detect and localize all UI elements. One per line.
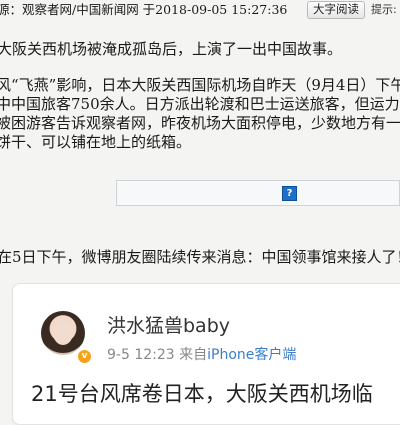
article-consulate-paragraph: 在5日下午，微博朋友圈陆续传来消息：中国领事馆来接人了！ bbox=[0, 248, 400, 266]
avatar[interactable] bbox=[41, 311, 85, 355]
weibo-username[interactable]: 洪水猛兽baby bbox=[107, 311, 230, 338]
embedded-image-placeholder[interactable]: ? bbox=[116, 180, 400, 206]
weibo-post-screenshot: v 洪水猛兽baby 9-5 12:23 来自iPhone客户端 21号台风席卷… bbox=[12, 283, 400, 425]
body-line: 被困游客告诉观察者网，昨夜机场大面积停电，少数地方有一 bbox=[0, 114, 400, 132]
weibo-post-time: 9-5 12:23 bbox=[107, 347, 175, 363]
body-line: 饼干、可以铺在地上的纸箱。 bbox=[0, 133, 192, 151]
large-text-read-button[interactable]: 大字阅读 bbox=[307, 1, 365, 19]
hint-text: 提示: bbox=[371, 3, 397, 16]
article-meta-bar: 源：观察者网/中国新闻网 于2018-09-05 15:27:36 大字阅读 提… bbox=[0, 0, 400, 20]
weibo-client-link[interactable]: iPhone客户端 bbox=[207, 347, 296, 363]
article-intro-paragraph: 大阪关西机场被淹成孤岛后，上演了一出中国故事。 bbox=[0, 40, 343, 58]
body-line: 中中国旅客750余人。日方派出轮渡和巴士运送旅客，但运力有 bbox=[0, 95, 400, 113]
article-body-paragraph: 风“飞燕”影响，日本大阪关西国际机场自昨天（9月4日）下午3 中中国旅客750余… bbox=[0, 76, 400, 152]
avatar-face bbox=[53, 321, 73, 345]
weibo-post-meta: 9-5 12:23 来自iPhone客户端 bbox=[107, 344, 296, 364]
vip-badge-icon: v bbox=[77, 349, 92, 364]
broken-image-icon[interactable]: ? bbox=[282, 186, 297, 201]
weibo-post-text: 21号台风席卷日本，大阪关西机场临 bbox=[31, 382, 373, 406]
weibo-from-prefix: 来自 bbox=[179, 347, 208, 363]
body-line: 风“飞燕”影响，日本大阪关西国际机场自昨天（9月4日）下午3 bbox=[0, 76, 400, 94]
article-source-date: 源：观察者网/中国新闻网 于2018-09-05 15:27:36 bbox=[0, 2, 288, 17]
